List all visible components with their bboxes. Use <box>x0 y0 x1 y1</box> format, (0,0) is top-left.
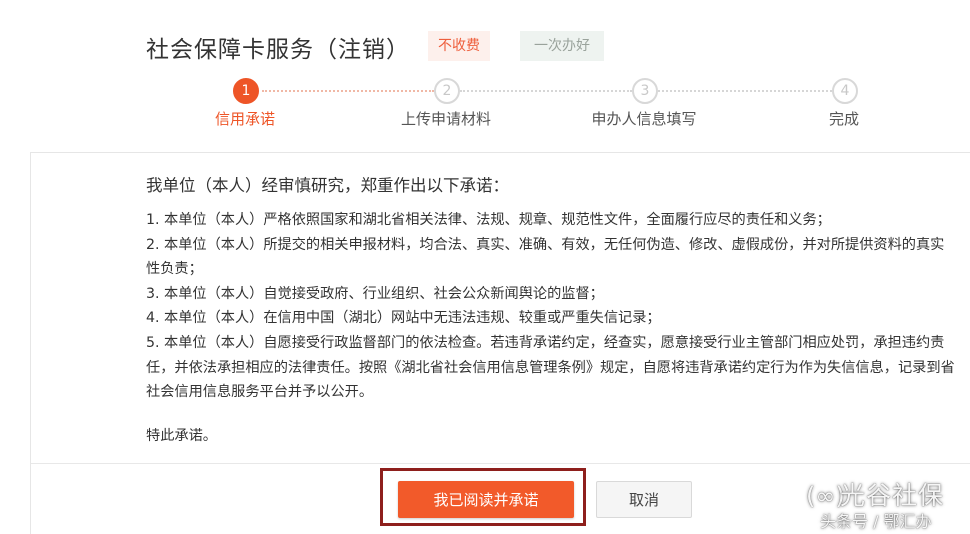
one-stop-badge: 一次办好 <box>520 31 604 61</box>
step-connector <box>460 90 632 92</box>
step-1-circle: 1 <box>233 78 259 104</box>
commitment-item: 1. 本单位（本人）严格依照国家和湖北省相关法律、法规、规章、规范性文件，全面履… <box>146 212 831 228</box>
step-1-label: 信用承诺 <box>214 110 276 128</box>
page: 社会保障卡服务（注销） 不收费 一次办好 1 2 3 4 信用承诺 上传申请材料… <box>0 0 970 534</box>
step-3-label: 申办人信息填写 <box>591 110 697 128</box>
free-badge: 不收费 <box>428 31 490 61</box>
watermark-title: 光谷社保 <box>840 481 945 510</box>
read-and-commit-button[interactable]: 我已阅读并承诺 <box>398 481 574 518</box>
commitment-item: 2. 本单位（本人）所提交的相关申报材料，均合法、真实、准确、有效，无任何伪造、… <box>146 236 945 278</box>
step-2-circle: 2 <box>434 78 460 104</box>
step-4-label: 完成 <box>828 110 860 128</box>
step-4-circle: 4 <box>832 78 858 104</box>
step-3-circle: 3 <box>632 78 658 104</box>
divider <box>31 463 970 464</box>
commitment-item: 5. 本单位（本人）自愿接受行政监督部门的依法检查。若违背承诺约定，经查实，愿意… <box>146 334 955 401</box>
commitment-item: 3. 本单位（本人）自觉接受政府、行业组织、社会公众新闻舆论的监督； <box>146 285 604 302</box>
step-2-label: 上传申请材料 <box>400 110 492 128</box>
commitment-list: 1. 本单位（本人）严格依照国家和湖北省相关法律、法规、规章、规范性文件，全面履… <box>146 208 956 405</box>
commitment-item: 4. 本单位（本人）在信用中国（湖北）网站中无违法违规、较重或严重失信记录； <box>146 310 661 327</box>
progress-steps: 1 2 3 4 信用承诺 上传申请材料 申办人信息填写 完成 <box>0 78 970 138</box>
page-title: 社会保障卡服务（注销） <box>146 37 410 63</box>
commitment-closing: 特此承诺。 <box>146 428 217 444</box>
cancel-button[interactable]: 取消 <box>596 481 692 518</box>
commitment-lead: 我单位（本人）经审慎研究，郑重作出以下承诺： <box>146 176 509 195</box>
watermark-subtitle: 头条号 / 鄂汇办 <box>820 512 932 531</box>
watermark: (∞) 光谷社保 头条号 / 鄂汇办 <box>796 470 966 534</box>
step-connector <box>262 90 434 92</box>
step-connector <box>658 90 832 92</box>
wechat-logo-icon: (∞) <box>806 482 845 510</box>
